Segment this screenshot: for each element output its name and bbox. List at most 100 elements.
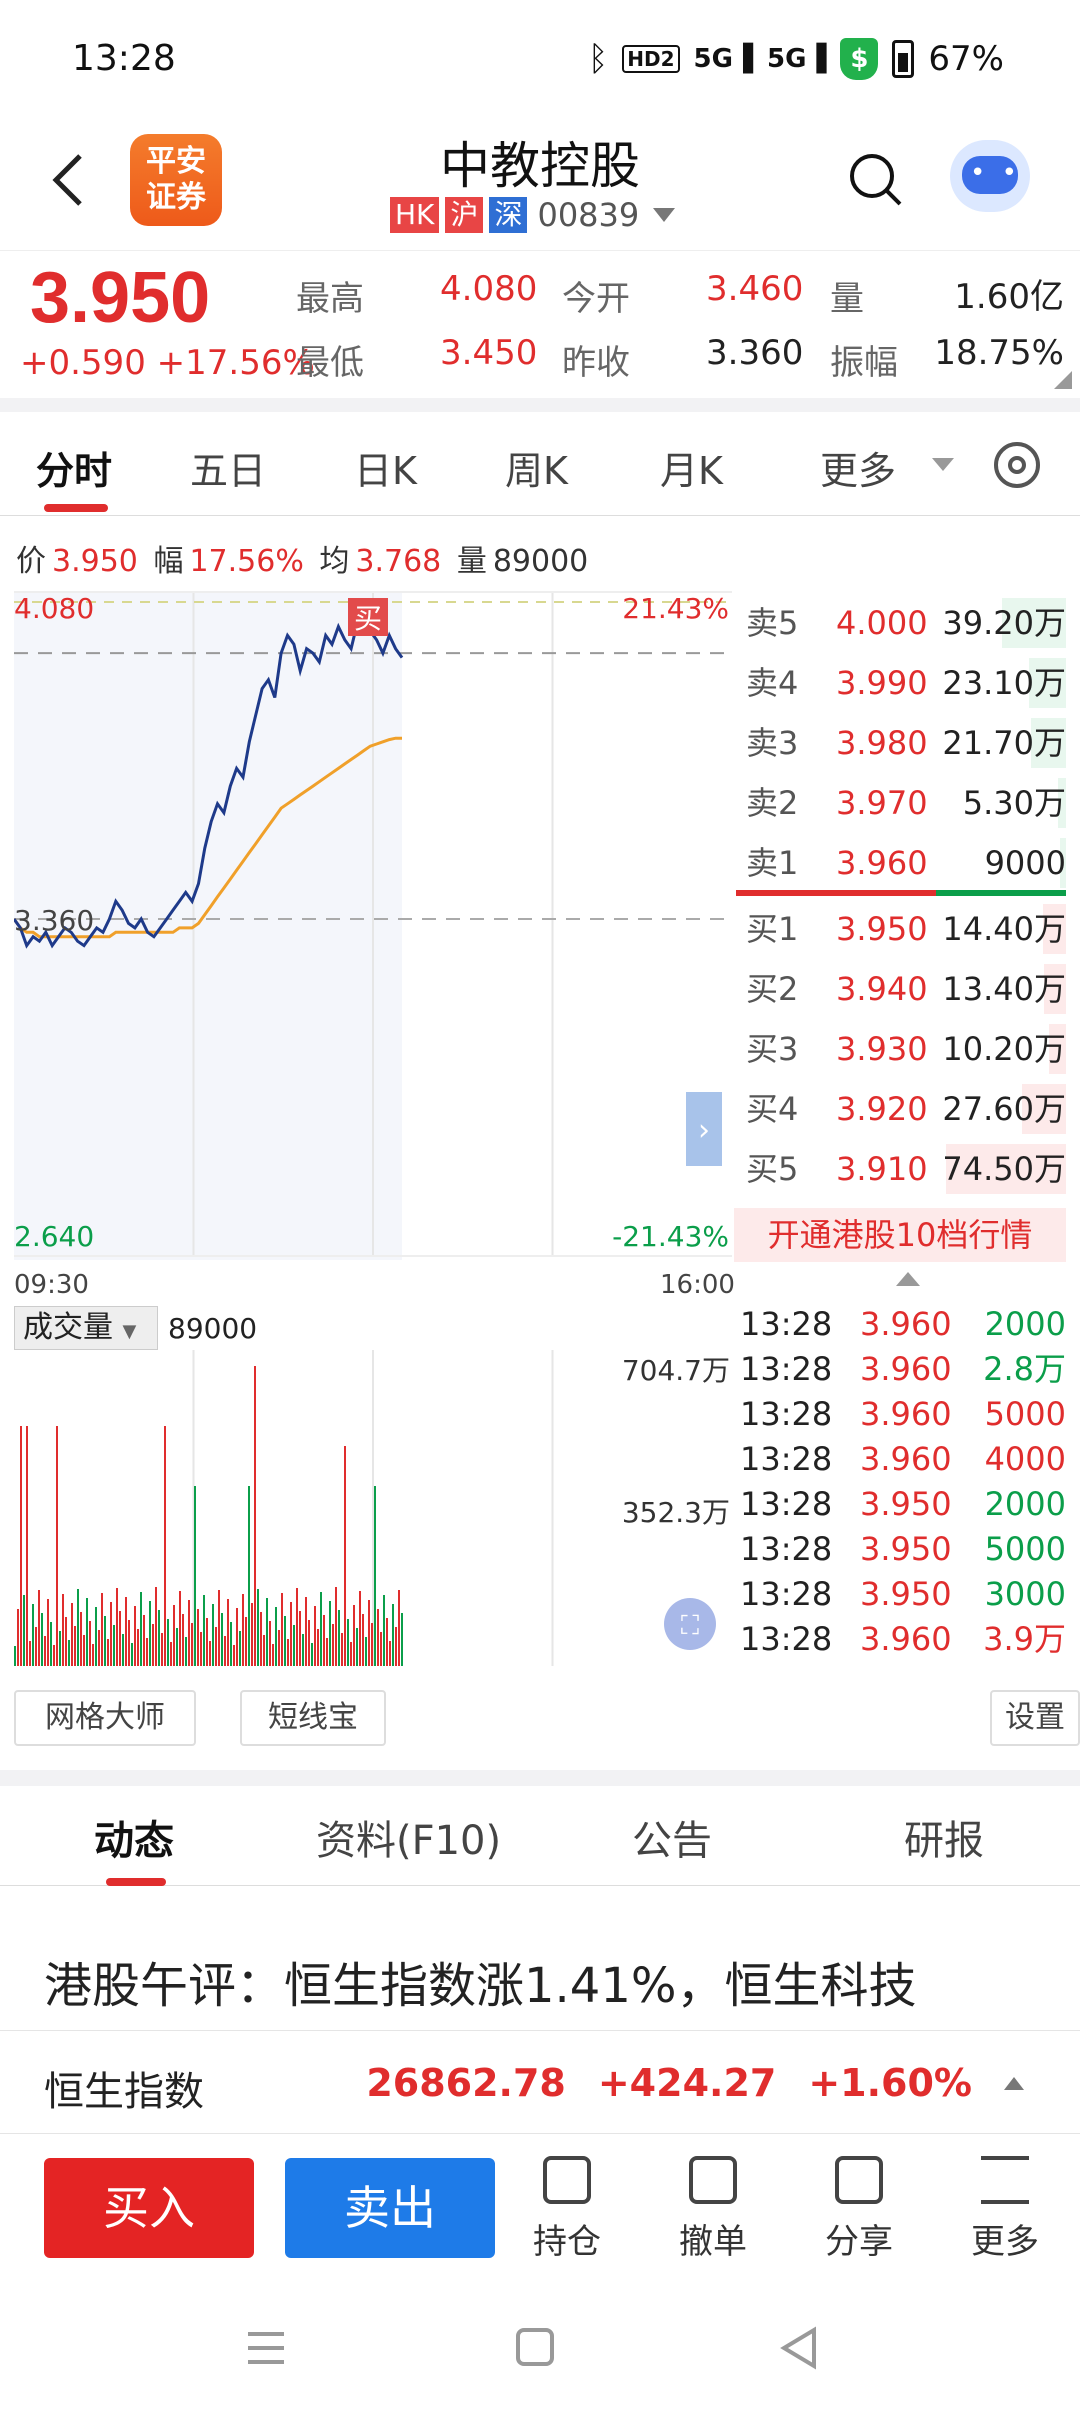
volume-bar: [308, 1620, 310, 1666]
expand-corner-icon[interactable]: [1054, 371, 1072, 389]
ai-assistant-icon[interactable]: [950, 140, 1030, 212]
volume-value: 1.60亿: [954, 277, 1064, 317]
chevron-down-icon: [653, 208, 676, 222]
volume-bar: [113, 1625, 115, 1666]
tab-intraday[interactable]: 分时: [36, 440, 112, 495]
more-button[interactable]: 更多: [950, 2156, 1060, 2263]
tab-monthly-k[interactable]: 月K: [660, 440, 723, 495]
cancel-order-button[interactable]: 撤单: [658, 2156, 768, 2263]
volume-bar: [221, 1613, 223, 1666]
amplitude-label: 振幅: [830, 343, 898, 383]
volume-bar: [32, 1604, 34, 1666]
bids-row[interactable]: 买4 3.920 27.60万: [740, 1080, 1066, 1138]
open-value: 3.460: [706, 269, 804, 309]
intraday-chart[interactable]: 4.080 3.360 2.640 21.43% -21.43% 买 ›: [14, 588, 732, 1260]
volume-bar: [173, 1605, 175, 1666]
open-level10-button[interactable]: 开通港股10档行情: [734, 1208, 1066, 1262]
level-label: 卖4: [746, 664, 799, 702]
volume-bar: [251, 1603, 253, 1666]
home-icon[interactable]: [516, 2328, 554, 2366]
tab-more[interactable]: 更多: [820, 440, 896, 495]
volume-bar: [89, 1621, 91, 1666]
trade-row: 13:28 3.960 5000: [740, 1395, 1066, 1433]
bids-row[interactable]: 买2 3.940 13.40万: [740, 960, 1066, 1018]
search-icon[interactable]: [846, 150, 906, 210]
sell-button[interactable]: 卖出: [285, 2158, 495, 2258]
pct-max-label: 21.43%: [622, 592, 729, 625]
stock-header: 平安 证券 中教控股 HK 沪 深 00839: [0, 120, 1080, 250]
back-nav-icon[interactable]: [780, 2326, 816, 2370]
volume-bar: [299, 1611, 301, 1666]
share-button[interactable]: 分享: [804, 2156, 914, 2263]
level-price: 3.940: [836, 970, 928, 1008]
volume-bar: [392, 1604, 394, 1666]
volume-selector[interactable]: 成交量 ▼: [14, 1306, 158, 1350]
volume-bar: [62, 1594, 64, 1666]
chevron-up-icon: [1004, 2076, 1024, 2090]
bids-row[interactable]: 买3 3.930 10.20万: [740, 1020, 1066, 1078]
chart-info-line: 价 3.950 幅 17.56% 均 3.768 量 89000: [16, 544, 589, 579]
y-mid-label: 3.360: [14, 904, 94, 937]
volume-bar: [29, 1641, 31, 1666]
tab-f10[interactable]: 资料(F10): [316, 1808, 501, 1866]
tab-daily-k[interactable]: 日K: [354, 440, 417, 495]
level-volume: 74.50万: [942, 1150, 1066, 1188]
chevron-up-icon[interactable]: [896, 1272, 920, 1286]
position-button[interactable]: 持仓: [512, 2156, 622, 2263]
volume-bar: [53, 1645, 55, 1666]
divider: [0, 398, 1080, 412]
volume-bar: [170, 1642, 172, 1666]
tab-announcements[interactable]: 公告: [632, 1808, 712, 1866]
tab-weekly-k[interactable]: 周K: [505, 440, 568, 495]
volume-bar: [68, 1640, 70, 1666]
volume-bar: [86, 1598, 88, 1666]
system-nav-bar: [248, 2326, 816, 2370]
volume-bar: [323, 1615, 325, 1666]
gear-icon[interactable]: [994, 442, 1040, 488]
asks-row[interactable]: 卖3 3.980 21.70万: [740, 714, 1066, 772]
market-tags[interactable]: HK 沪 深 00839: [390, 196, 676, 234]
volume-bar: [56, 1426, 58, 1666]
asks-row[interactable]: 卖2 3.970 5.30万: [740, 774, 1066, 832]
volume-bar: [263, 1635, 265, 1666]
document-icon: [543, 2156, 591, 2204]
volume-bar: [293, 1625, 295, 1666]
level-label: 卖5: [746, 604, 799, 642]
volume-bar: [35, 1627, 37, 1666]
undo-icon: [689, 2156, 737, 2204]
asks-row[interactable]: 卖5 4.000 39.20万: [740, 594, 1066, 652]
amplitude-value: 18.75%: [934, 333, 1064, 373]
volume-bar: [278, 1630, 280, 1666]
asks-row[interactable]: 卖4 3.990 23.10万: [740, 654, 1066, 712]
volume-bar: [332, 1624, 334, 1666]
short-line-button[interactable]: 短线宝: [240, 1690, 386, 1746]
grid-master-button[interactable]: 网格大师: [14, 1690, 196, 1746]
volume-chart[interactable]: 704.7万 352.3万 ⛶: [14, 1350, 732, 1666]
tab-5day[interactable]: 五日: [190, 440, 266, 495]
recents-icon[interactable]: [248, 2332, 284, 2364]
status-time: 13:28: [72, 38, 176, 79]
asks-row[interactable]: 卖1 3.960 9000: [740, 834, 1066, 892]
trade-row: 13:28 3.950 2000: [740, 1485, 1066, 1523]
tab-news[interactable]: 动态: [94, 1808, 174, 1866]
volume-bar: [245, 1617, 247, 1666]
volume-bar: [395, 1627, 397, 1666]
bids-row[interactable]: 买5 3.910 74.50万: [740, 1140, 1066, 1198]
index-ticker[interactable]: 恒生指数 26862.78 +424.27 +1.60%: [0, 2030, 1080, 2134]
menu-icon: [981, 2156, 1029, 2204]
volume-bar: [362, 1614, 364, 1666]
settings-button[interactable]: 设置: [990, 1690, 1080, 1746]
volume-grid: [192, 1350, 554, 1666]
news-headline[interactable]: 港股午评：恒生指数涨1.41%，恒生科技: [44, 1946, 917, 2016]
trade-row: 13:28 3.960 2.8万: [740, 1350, 1066, 1388]
volume-bar: [242, 1594, 244, 1666]
bids-row[interactable]: 买1 3.950 14.40万: [740, 900, 1066, 958]
tab-research[interactable]: 研报: [904, 1808, 984, 1866]
volume-bar: [368, 1600, 370, 1666]
level-price: 3.920: [836, 1090, 928, 1128]
y-min-label: 2.640: [14, 1220, 94, 1253]
volume-bar: [95, 1607, 97, 1666]
buy-button[interactable]: 买入: [44, 2158, 254, 2258]
volume-bar: [203, 1595, 205, 1666]
bluetooth-icon: ᛒ: [587, 39, 609, 79]
